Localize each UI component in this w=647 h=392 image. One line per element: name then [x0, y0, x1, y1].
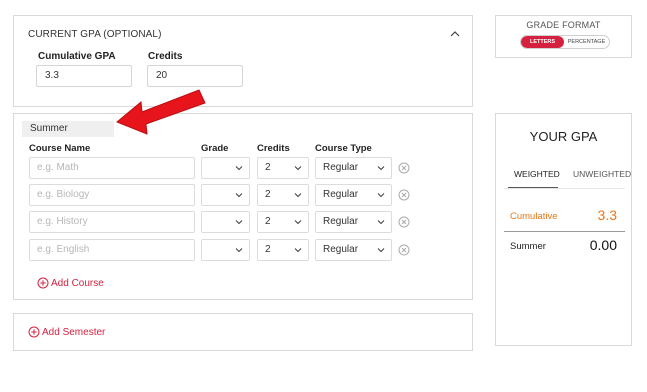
add-semester-card: Add Semester: [13, 313, 473, 351]
credits-value: 2: [265, 244, 271, 255]
credits-input[interactable]: 20: [147, 65, 243, 87]
chevron-down-icon: [235, 166, 243, 171]
chevron-down-icon: [235, 220, 243, 225]
grade-select[interactable]: [201, 157, 250, 179]
current-gpa-title: CURRENT GPA (OPTIONAL): [28, 29, 162, 40]
remove-course-icon[interactable]: [398, 216, 410, 228]
add-course-button[interactable]: Add Course: [37, 277, 104, 289]
letters-option[interactable]: LETTERS: [521, 36, 564, 48]
chevron-down-icon: [377, 248, 385, 253]
result-divider: [504, 231, 625, 232]
current-gpa-card: CURRENT GPA (OPTIONAL) Cumulative GPA 3.…: [13, 15, 473, 107]
course-name-input[interactable]: e.g. English: [29, 239, 195, 261]
cumulative-gpa-input[interactable]: 3.3: [36, 65, 132, 87]
chevron-down-icon: [235, 193, 243, 198]
course-type-header: Course Type: [315, 143, 372, 154]
semester-gpa-value: 0.00: [589, 237, 617, 253]
semester-card: Summer Course Name Grade Credits Course …: [13, 113, 473, 300]
percentage-option[interactable]: PERCENTAGE: [564, 36, 609, 48]
course-name-input[interactable]: e.g. Biology: [29, 184, 195, 206]
tab-separator: [504, 188, 625, 189]
course-type-value: Regular: [323, 162, 359, 173]
gpa-result-card: YOUR GPA WEIGHTED UNWEIGHTED Cumulative …: [495, 113, 632, 346]
chevron-down-icon: [377, 220, 385, 225]
grade-select[interactable]: [201, 211, 250, 233]
course-type-value: Regular: [323, 244, 359, 255]
semester-gpa-label: Summer: [510, 241, 546, 252]
course-name-header: Course Name: [29, 143, 91, 154]
semester-name-field[interactable]: Summer: [22, 121, 114, 137]
chevron-down-icon: [294, 166, 302, 171]
add-semester-label: Add Semester: [42, 326, 106, 338]
credits-value: 2: [265, 162, 271, 173]
cumulative-label: Cumulative: [510, 211, 558, 222]
course-type-select[interactable]: Regular: [315, 211, 392, 233]
chevron-down-icon: [377, 193, 385, 198]
grade-header: Grade: [201, 143, 229, 154]
active-tab-indicator: [508, 187, 558, 188]
course-type-value: Regular: [323, 189, 359, 200]
course-type-select[interactable]: Regular: [315, 184, 392, 206]
chevron-up-icon[interactable]: [450, 30, 460, 38]
chevron-down-icon: [294, 220, 302, 225]
cumulative-gpa-label: Cumulative GPA: [38, 51, 116, 62]
chevron-down-icon: [235, 248, 243, 253]
credits-select[interactable]: 2: [257, 157, 309, 179]
chevron-down-icon: [377, 166, 385, 171]
credits-select[interactable]: 2: [257, 211, 309, 233]
add-semester-button[interactable]: Add Semester: [28, 326, 105, 338]
tab-unweighted[interactable]: UNWEIGHTED: [573, 169, 631, 179]
course-name-input[interactable]: e.g. Math: [29, 157, 195, 179]
course-type-value: Regular: [323, 216, 359, 227]
grade-format-toggle: LETTERS PERCENTAGE: [520, 35, 610, 49]
annotation-arrow-icon: [116, 89, 206, 135]
tab-weighted[interactable]: WEIGHTED: [514, 169, 560, 179]
plus-circle-icon: [28, 326, 40, 338]
credits-value: 2: [265, 216, 271, 227]
credits-select[interactable]: 2: [257, 184, 309, 206]
cumulative-value: 3.3: [597, 207, 617, 223]
add-course-label: Add Course: [51, 277, 104, 289]
course-type-select[interactable]: Regular: [315, 157, 392, 179]
credits-header: Credits: [257, 143, 290, 154]
grade-select[interactable]: [201, 239, 250, 261]
chevron-down-icon: [294, 248, 302, 253]
grade-format-title: GRADE FORMAT: [526, 20, 601, 30]
credits-value: 2: [265, 189, 271, 200]
course-name-input[interactable]: e.g. History: [29, 211, 195, 233]
remove-course-icon[interactable]: [398, 189, 410, 201]
grade-format-card: GRADE FORMAT LETTERS PERCENTAGE: [495, 15, 632, 58]
course-type-select[interactable]: Regular: [315, 239, 392, 261]
plus-circle-icon: [37, 277, 49, 289]
your-gpa-title: YOUR GPA: [529, 129, 598, 144]
remove-course-icon[interactable]: [398, 244, 410, 256]
chevron-down-icon: [294, 193, 302, 198]
grade-select[interactable]: [201, 184, 250, 206]
credits-select[interactable]: 2: [257, 239, 309, 261]
credits-label: Credits: [148, 51, 183, 62]
remove-course-icon[interactable]: [398, 162, 410, 174]
